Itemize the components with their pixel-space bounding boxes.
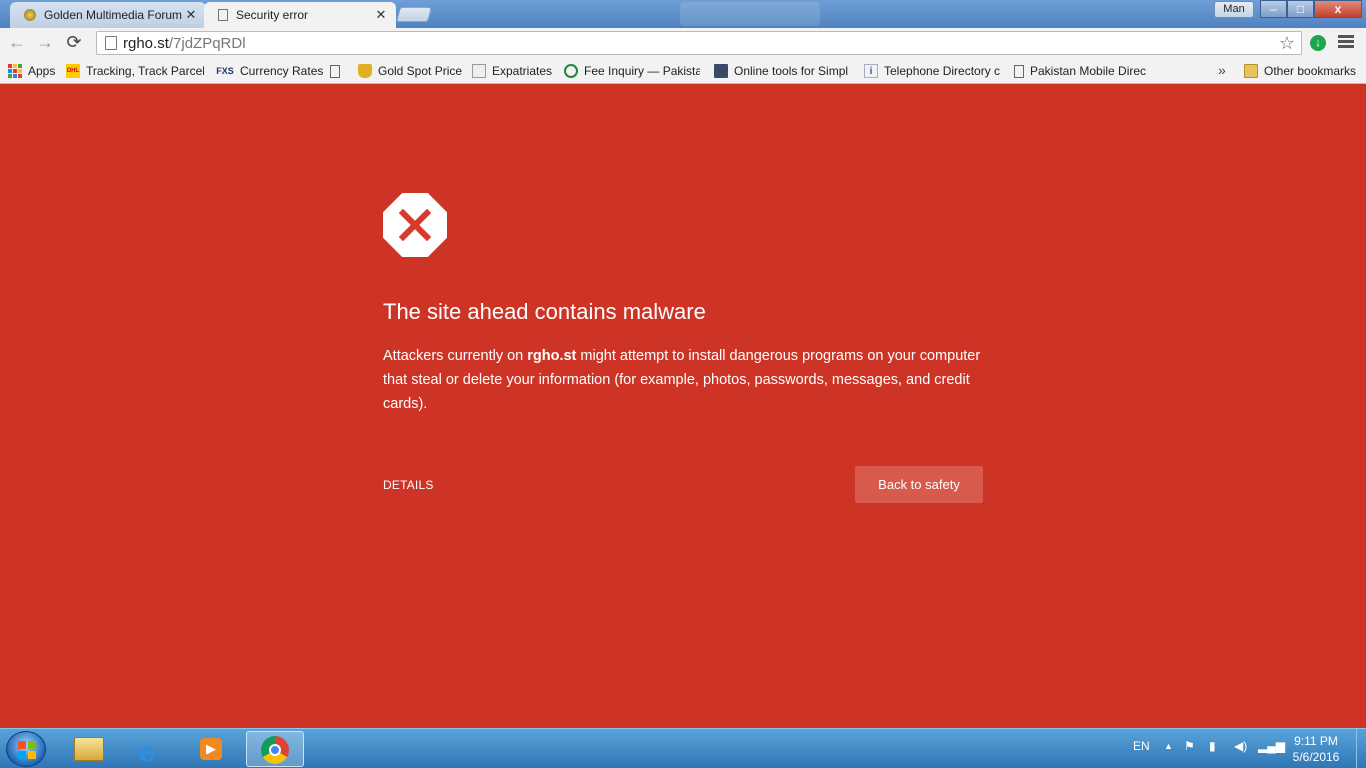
title-bar-glass bbox=[680, 2, 820, 26]
windows-taskbar: e ▶ EN ▲ ⚑ ▮ ◀) ▂▄▆ 9:11 PM 5/6/2016 bbox=[0, 728, 1366, 768]
system-clock[interactable]: 9:11 PM 5/6/2016 bbox=[1286, 733, 1346, 765]
page-title: The site ahead contains malware bbox=[383, 299, 706, 324]
bookmark-apps[interactable]: Apps bbox=[8, 63, 55, 79]
bookmark-tracking[interactable]: DHL Tracking, Track Parcel bbox=[66, 63, 204, 79]
bookmark-label: Telephone Directory c bbox=[884, 64, 1000, 78]
bookmark-untitled[interactable] bbox=[330, 63, 346, 79]
folder-icon bbox=[1244, 64, 1258, 78]
tab-golden-multimedia[interactable]: Golden Multimedia Forum ✕ bbox=[10, 2, 206, 28]
bookmark-online-tools[interactable]: Online tools for Simpl bbox=[714, 63, 850, 79]
address-bar[interactable]: rgho.st/7jdZPqRDl ☆ bbox=[96, 31, 1302, 55]
forum-favicon-icon bbox=[24, 9, 36, 21]
bookmark-label: Pakistan Mobile Direc bbox=[1030, 64, 1147, 78]
tab-title: Security error bbox=[236, 8, 309, 22]
page-icon bbox=[218, 9, 228, 21]
bookmark-label: Fee Inquiry — Pakista bbox=[584, 64, 700, 78]
bookmark-label: Apps bbox=[28, 64, 56, 78]
expatriates-icon bbox=[472, 64, 486, 78]
close-window-button[interactable]: x bbox=[1314, 0, 1362, 18]
language-indicator[interactable]: EN bbox=[1133, 739, 1150, 753]
warning-text-prefix: Attackers currently on bbox=[383, 348, 528, 364]
fxs-icon: FXS bbox=[216, 66, 234, 76]
network-signal-icon[interactable]: ▂▄▆ bbox=[1258, 739, 1285, 753]
url-host: rgho.st bbox=[123, 34, 169, 52]
action-center-flag-icon[interactable]: ⚑ bbox=[1184, 739, 1195, 753]
bookmark-telephone-directory[interactable]: i Telephone Directory c bbox=[864, 63, 1000, 79]
page-icon bbox=[1014, 64, 1024, 78]
info-icon: i bbox=[864, 64, 878, 78]
bookmark-expatriates[interactable]: Expatriates bbox=[472, 63, 552, 79]
bookmark-other-bookmarks[interactable]: Other bookmarks bbox=[1244, 63, 1356, 79]
bookmark-label: Currency Rates bbox=[240, 64, 324, 78]
page-icon bbox=[105, 36, 117, 50]
internet-explorer-icon[interactable]: e bbox=[124, 731, 178, 768]
clock-date: 5/6/2016 bbox=[1292, 750, 1340, 764]
warning-site-name: rgho.st bbox=[527, 348, 577, 364]
device-icon[interactable]: ▮ bbox=[1209, 739, 1216, 753]
gold-icon bbox=[358, 64, 372, 78]
back-button[interactable]: ← bbox=[6, 32, 28, 54]
bookmark-star-icon[interactable]: ☆ bbox=[1279, 33, 1295, 54]
title-bar: Golden Multimedia Forum ✕ Security error… bbox=[0, 0, 1366, 28]
volume-icon[interactable]: ◀) bbox=[1234, 739, 1247, 753]
forward-button[interactable]: → bbox=[34, 32, 56, 54]
details-link[interactable]: DETAILS bbox=[383, 478, 434, 492]
bookmark-label: Gold Spot Price bbox=[378, 64, 463, 78]
maximize-button[interactable]: □ bbox=[1287, 0, 1314, 18]
tab-close-icon[interactable]: ✕ bbox=[374, 7, 388, 23]
tab-title: Golden Multimedia Forum bbox=[44, 8, 183, 22]
fee-icon bbox=[564, 64, 578, 78]
bookmarks-overflow-chevron-icon[interactable]: » bbox=[1218, 62, 1226, 78]
show-hidden-icons-icon[interactable]: ▲ bbox=[1164, 741, 1173, 751]
url-path: /7jdZPqRDl bbox=[168, 34, 246, 52]
bookmark-currency-rates[interactable]: FXS Currency Rates bbox=[216, 63, 323, 79]
bookmark-label: Online tools for Simpl bbox=[734, 64, 849, 78]
bookmark-fee-inquiry[interactable]: Fee Inquiry — Pakista bbox=[564, 63, 700, 79]
new-tab-button[interactable] bbox=[395, 7, 433, 22]
windows-logo-icon bbox=[18, 741, 36, 759]
start-button[interactable] bbox=[6, 731, 46, 767]
media-player-icon[interactable]: ▶ bbox=[184, 731, 238, 767]
reload-button[interactable]: ⟳ bbox=[63, 32, 85, 54]
tab-close-icon[interactable]: ✕ bbox=[184, 7, 198, 23]
clapper-icon bbox=[714, 64, 728, 78]
explorer-icon[interactable] bbox=[62, 731, 116, 767]
bookmark-label: Expatriates bbox=[492, 64, 553, 78]
minimize-button[interactable]: – bbox=[1260, 0, 1287, 18]
profile-button[interactable]: Man bbox=[1214, 1, 1254, 18]
browser-toolbar: ← → ⟳ rgho.st/7jdZPqRDl ☆ ↓ bbox=[0, 28, 1366, 58]
chrome-menu-icon[interactable] bbox=[1338, 35, 1354, 51]
download-icon[interactable]: ↓ bbox=[1310, 35, 1326, 51]
bookmark-label: Other bookmarks bbox=[1264, 64, 1357, 78]
bookmarks-bar: Apps DHL Tracking, Track Parcel FXS Curr… bbox=[0, 58, 1366, 84]
stop-error-icon bbox=[383, 193, 447, 257]
tab-security-error[interactable]: Security error ✕ bbox=[204, 2, 396, 28]
page-icon bbox=[330, 64, 340, 78]
url-text: rgho.st/7jdZPqRDl bbox=[123, 35, 246, 52]
back-to-safety-button[interactable]: Back to safety bbox=[855, 466, 983, 503]
clock-time: 9:11 PM bbox=[1294, 734, 1338, 748]
show-desktop-button[interactable] bbox=[1356, 729, 1366, 768]
bookmark-label: Tracking, Track Parcel bbox=[86, 64, 204, 78]
dhl-icon: DHL bbox=[66, 64, 80, 78]
bookmark-gold-spot-price[interactable]: Gold Spot Price bbox=[358, 63, 462, 79]
apps-grid-icon bbox=[8, 64, 22, 78]
bookmark-pakistan-mobile[interactable]: Pakistan Mobile Direc bbox=[1014, 63, 1152, 79]
warning-description: Attackers currently on rgho.st might att… bbox=[383, 344, 993, 416]
chrome-icon[interactable] bbox=[246, 731, 304, 767]
